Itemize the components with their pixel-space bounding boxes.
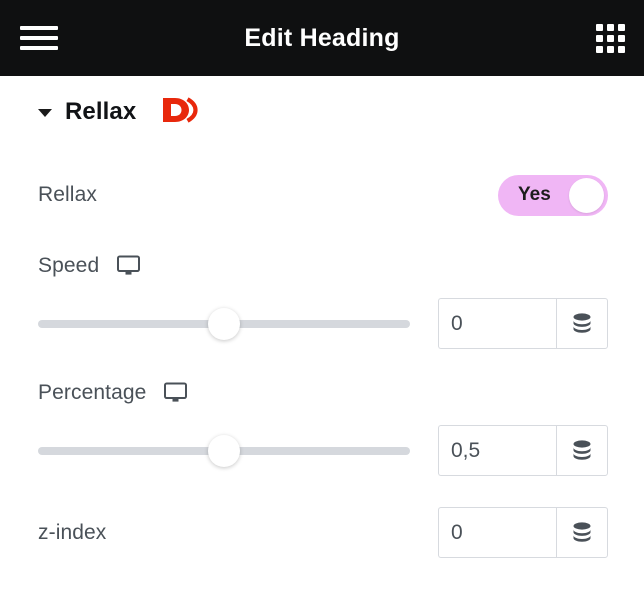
desktop-monitor-icon[interactable] xyxy=(117,255,141,281)
label-percentage: Percentage xyxy=(38,381,147,404)
database-stack-icon-button-speed[interactable] xyxy=(556,298,608,349)
grid-cell xyxy=(618,46,625,53)
grid-cell xyxy=(607,24,614,31)
percentage-slider[interactable] xyxy=(38,434,410,468)
setting-row-speed-control xyxy=(0,298,644,349)
z-index-number-control xyxy=(438,507,608,558)
database-stack-icon xyxy=(573,439,591,460)
database-stack-icon-button-z-index[interactable] xyxy=(556,507,608,558)
page-title: Edit Heading xyxy=(244,23,400,52)
z-index-input[interactable] xyxy=(438,507,556,558)
percentage-slider-knob[interactable] xyxy=(208,434,240,467)
label-speed: Speed xyxy=(38,254,100,277)
settings-panel: Rellax Rellax Yes Speed 0 Percentage 0,5… xyxy=(0,76,644,594)
setting-row-percentage-control xyxy=(0,425,644,476)
grid-cell xyxy=(607,46,614,53)
label-z-index: z-index xyxy=(38,520,107,544)
section-header-rellax[interactable]: Rellax xyxy=(0,76,644,125)
label-rellax: Rellax xyxy=(38,183,97,206)
toggle-value-label: Yes xyxy=(518,184,551,205)
percentage-input[interactable] xyxy=(438,425,556,476)
setting-row-percentage-label: Percentage xyxy=(0,373,644,413)
rellax-toggle-switch[interactable]: Yes xyxy=(498,174,608,216)
database-stack-icon-button-percentage[interactable] xyxy=(556,425,608,476)
speed-input[interactable] xyxy=(438,298,556,349)
database-stack-icon xyxy=(573,521,591,542)
grid-cell xyxy=(596,35,603,42)
speed-slider[interactable] xyxy=(38,307,410,341)
grid-cell xyxy=(618,24,625,31)
setting-row-rellax: Rellax Yes xyxy=(0,166,644,224)
grid-cell xyxy=(596,46,603,53)
rellax-d-logo xyxy=(162,95,199,130)
top-bar: Edit Heading xyxy=(0,0,644,76)
toggle-knob[interactable] xyxy=(569,177,604,213)
database-stack-icon xyxy=(573,312,591,333)
grid-cell xyxy=(596,24,603,31)
desktop-monitor-icon[interactable] xyxy=(164,382,188,408)
hamburger-bar-2 xyxy=(20,36,58,40)
hamburger-bar-1 xyxy=(20,26,58,30)
hamburger-bar-3 xyxy=(20,46,58,50)
grid-cell xyxy=(618,35,625,42)
hamburger-menu-icon[interactable] xyxy=(20,22,58,54)
grid-cell xyxy=(607,35,614,42)
speed-slider-knob[interactable] xyxy=(208,307,240,340)
speed-number-control xyxy=(438,298,608,349)
setting-row-z-index: z-index xyxy=(0,507,644,558)
percentage-number-control xyxy=(438,425,608,476)
section-title: Rellax xyxy=(65,98,137,125)
grid-apps-icon[interactable] xyxy=(596,24,625,53)
chevron-down-icon[interactable] xyxy=(38,109,52,117)
setting-row-speed-label: Speed xyxy=(0,246,644,286)
